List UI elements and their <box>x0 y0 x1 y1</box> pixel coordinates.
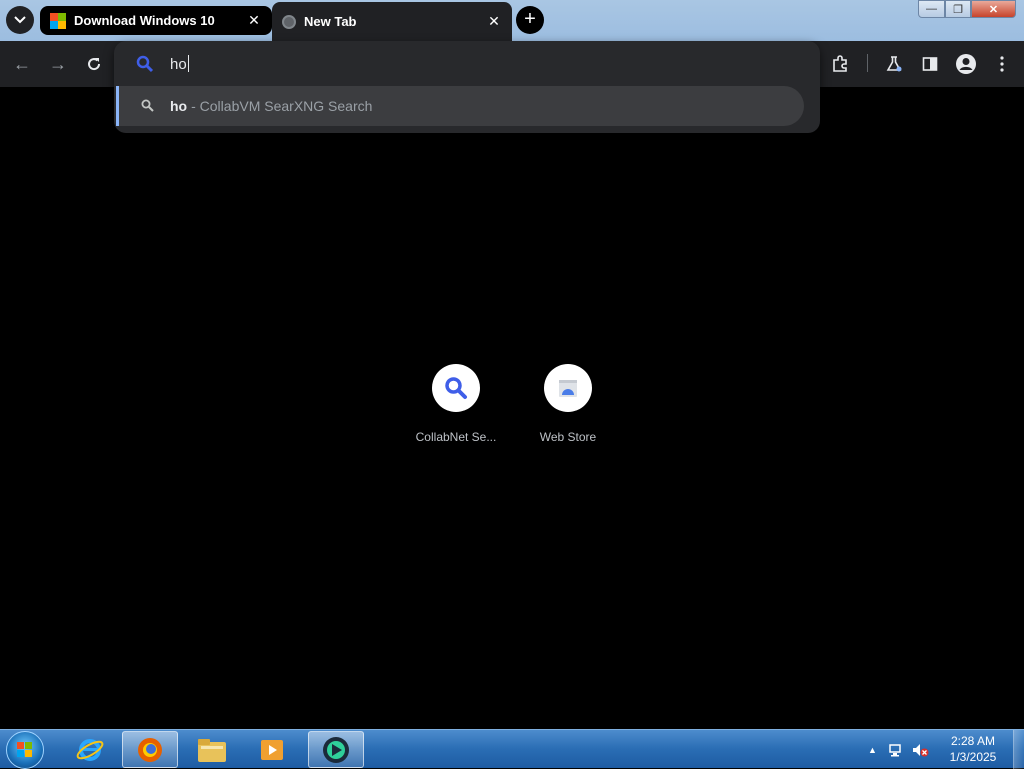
reload-icon <box>88 58 101 71</box>
start-button[interactable] <box>6 731 44 769</box>
internet-explorer-icon <box>76 738 104 761</box>
tab-new-tab[interactable]: New Tab ✕ <box>272 2 512 41</box>
taskbar-clock[interactable]: 2:28 AM 1/3/2025 <box>936 733 1010 765</box>
network-icon[interactable] <box>887 742 903 758</box>
avatar-icon <box>956 54 976 74</box>
kebab-menu-icon <box>1000 56 1004 72</box>
chevron-down-icon <box>14 16 26 24</box>
folder-icon <box>198 738 226 762</box>
side-panel-icon <box>922 57 938 71</box>
windows-logo-icon <box>50 12 66 29</box>
globe-icon <box>282 14 296 29</box>
profile-button[interactable] <box>953 51 979 77</box>
media-player-icon <box>261 739 283 760</box>
suggestion-engine: - CollabVM SearXNG Search <box>191 98 373 114</box>
new-tab-button[interactable]: + <box>516 6 544 34</box>
extensions-button[interactable] <box>827 51 853 77</box>
window-controls: — ❐ ✕ <box>918 0 1016 18</box>
taskbar-internet-explorer[interactable] <box>62 731 118 768</box>
suggestion-query: ho <box>170 98 188 114</box>
maximize-button[interactable]: ❐ <box>945 0 971 18</box>
flask-icon <box>886 56 902 72</box>
taskbar-file-explorer[interactable] <box>184 731 240 768</box>
tab-close-icon[interactable]: ✕ <box>246 12 262 29</box>
show-desktop-button[interactable] <box>1013 730 1024 769</box>
clock-date: 1/3/2025 <box>949 750 997 764</box>
shortcut-icon-circle <box>432 364 480 412</box>
search-icon <box>141 99 154 112</box>
shortcut-label: Web Store <box>539 430 597 444</box>
back-button[interactable]: ← <box>9 51 35 77</box>
suggestion-item[interactable]: ho - CollabVM SearXNG Search <box>116 86 804 126</box>
system-tray: ▲ <box>868 730 929 769</box>
puzzle-icon <box>833 55 847 72</box>
shortcut-label: CollabNet Se... <box>415 430 497 444</box>
show-hidden-icons-button[interactable]: ▲ <box>868 745 877 755</box>
side-panel-button[interactable] <box>917 51 943 77</box>
browser-app-icon <box>323 736 349 763</box>
taskbar-firefox[interactable] <box>122 731 178 768</box>
tab-search-button[interactable] <box>6 6 34 34</box>
forward-button[interactable]: → <box>45 51 71 77</box>
taskbar-media-player[interactable] <box>244 731 300 768</box>
close-window-button[interactable]: ✕ <box>971 0 1016 18</box>
address-bar-text: ho <box>170 56 187 73</box>
search-icon <box>445 377 467 399</box>
shortcut-icon-circle <box>544 364 592 412</box>
windows-taskbar: ▲ 2:28 AM 1/3/2025 <box>0 729 1024 769</box>
tab-close-icon[interactable]: ✕ <box>486 13 502 30</box>
tab-download-windows-10[interactable]: Download Windows 10 ✕ <box>40 6 272 35</box>
firefox-icon <box>138 737 162 762</box>
volume-muted-icon[interactable] <box>911 742 929 758</box>
web-store-icon <box>559 380 577 397</box>
clock-time: 2:28 AM <box>950 734 996 748</box>
minimize-button[interactable]: — <box>918 0 945 18</box>
taskbar-browser[interactable] <box>308 731 364 768</box>
windows-logo-icon <box>17 742 33 758</box>
labs-button[interactable] <box>881 51 907 77</box>
reload-button[interactable] <box>81 51 107 77</box>
menu-button[interactable] <box>989 51 1015 77</box>
search-icon <box>136 55 154 73</box>
address-bar-input[interactable]: ho <box>170 55 189 73</box>
text-caret <box>187 55 189 72</box>
tab-title: Download Windows 10 <box>74 13 215 28</box>
browser-titlebar: Download Windows 10 ✕ New Tab ✕ + — ❐ ✕ <box>0 0 1024 41</box>
shortcut-web-store[interactable]: Web Store <box>520 364 616 444</box>
shortcut-collabnet-search[interactable]: CollabNet Se... <box>408 364 504 444</box>
omnibox-dropdown: ho ho - CollabVM SearXNG Search <box>114 41 820 133</box>
tab-title: New Tab <box>304 14 357 29</box>
toolbar-divider <box>867 54 868 72</box>
